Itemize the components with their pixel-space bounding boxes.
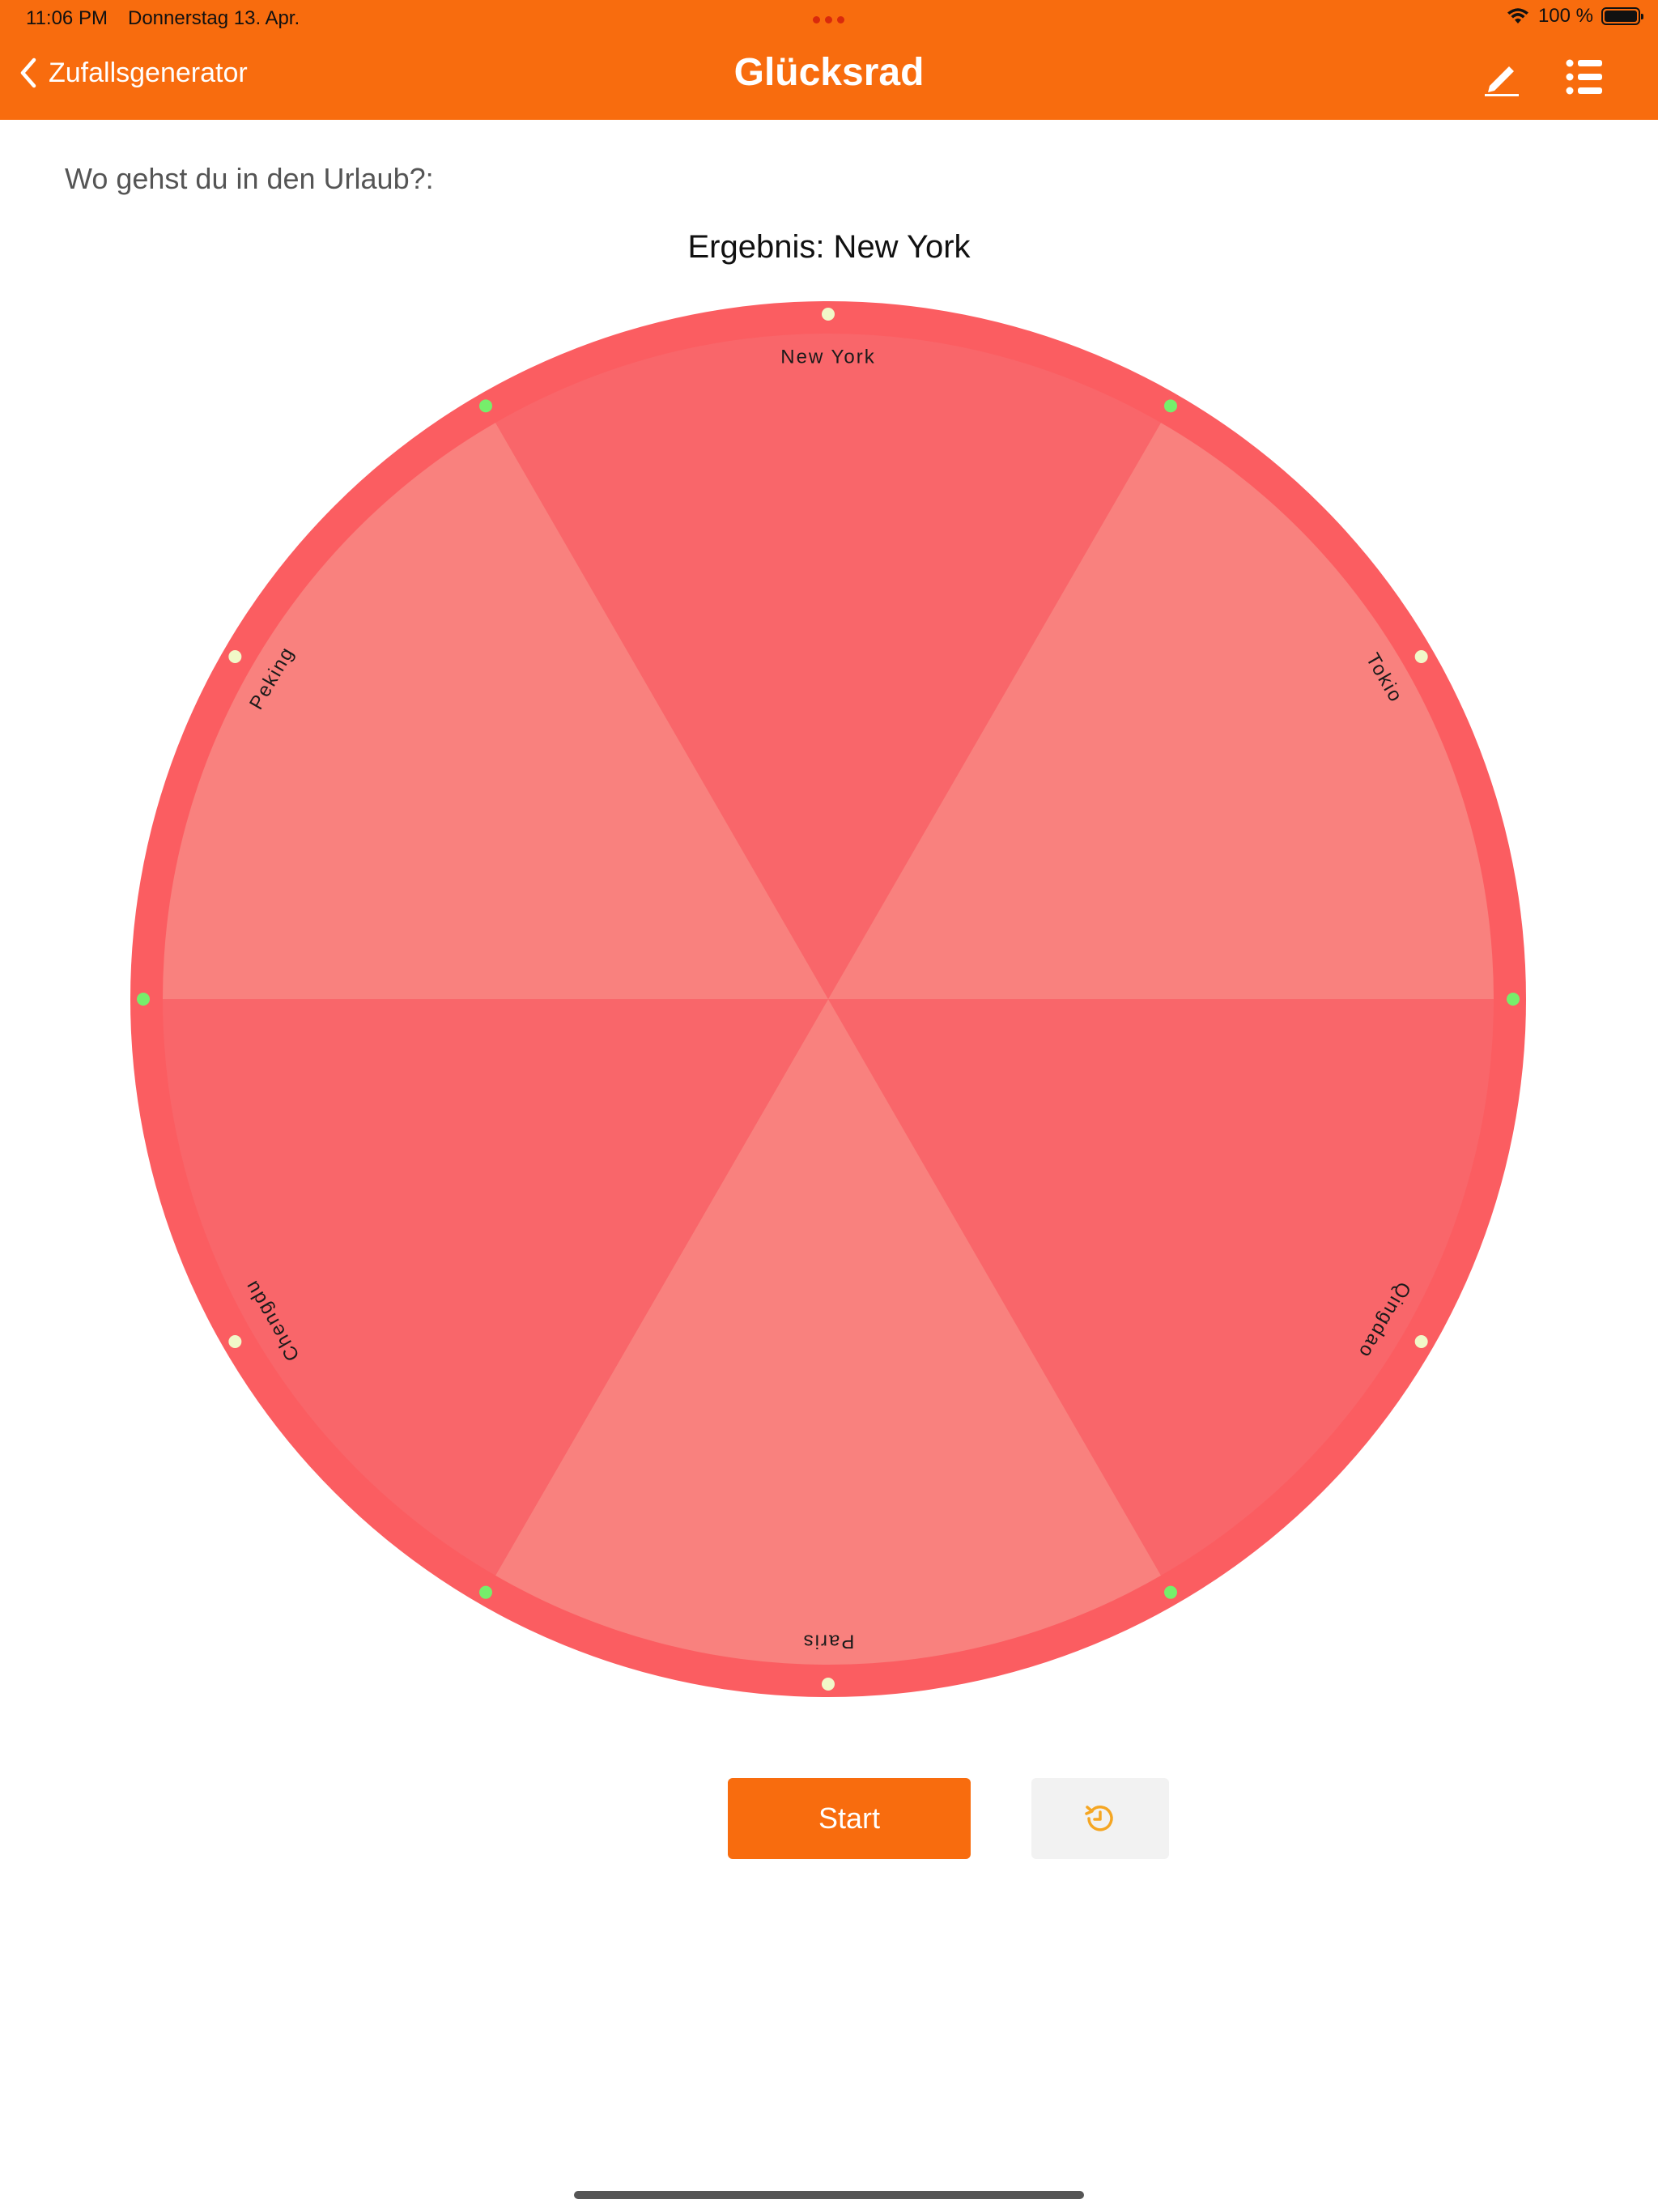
wifi-icon: [1507, 8, 1528, 23]
history-icon: [1085, 1806, 1113, 1831]
wheel-divider-dot: [1164, 1585, 1177, 1599]
home-indicator: [574, 2191, 1084, 2199]
edit-button[interactable]: [1483, 58, 1520, 101]
result-text: Ergebnis: New York: [687, 229, 971, 265]
wheel-label-dot: [1414, 650, 1428, 663]
wheel-label-dot: [1414, 1335, 1428, 1348]
battery-percent: 100 %: [1537, 5, 1593, 27]
multitasking-dots-icon[interactable]: [813, 16, 844, 23]
start-button[interactable]: Start: [728, 1778, 971, 1859]
status-time: 11:06 PM: [26, 7, 108, 29]
wheel-divider-dot: [479, 399, 492, 413]
list-icon: [1566, 59, 1602, 95]
top-bar: 11:06 PM Donnerstag 13. Apr. 100 % Zufal…: [0, 0, 1658, 120]
wheel-divider-dot: [137, 993, 150, 1006]
page-title: Glücksrad: [733, 51, 925, 94]
wheel-label-dot: [822, 308, 835, 321]
wheel-of-fortune[interactable]: New YorkTokioQingdaoParisChengduPeking: [125, 296, 1531, 1702]
question-text: Wo gehst du in den Urlaub?:: [65, 162, 434, 195]
battery-icon: [1601, 7, 1643, 25]
list-button[interactable]: [1566, 58, 1603, 100]
wheel-divider-dot: [1507, 993, 1520, 1006]
pencil-icon: [1485, 66, 1519, 96]
wheel-label-dot: [822, 1678, 835, 1691]
wheel-label-dot: [228, 1335, 242, 1348]
status-right: 100 %: [1506, 5, 1643, 28]
status-date: Donnerstag 13. Apr.: [128, 7, 300, 29]
wheel-label-dot: [228, 650, 242, 663]
screen: 11:06 PM Donnerstag 13. Apr. 100 % Zufal…: [0, 0, 1658, 2212]
wheel-segment-label: Paris: [802, 1631, 855, 1653]
wheel-segment-label: New York: [780, 346, 875, 368]
start-label: Start: [818, 1802, 881, 1835]
wheel-divider-dot: [1164, 399, 1177, 413]
reset-history-button[interactable]: [1031, 1778, 1169, 1859]
wheel-divider-dot: [479, 1585, 492, 1599]
